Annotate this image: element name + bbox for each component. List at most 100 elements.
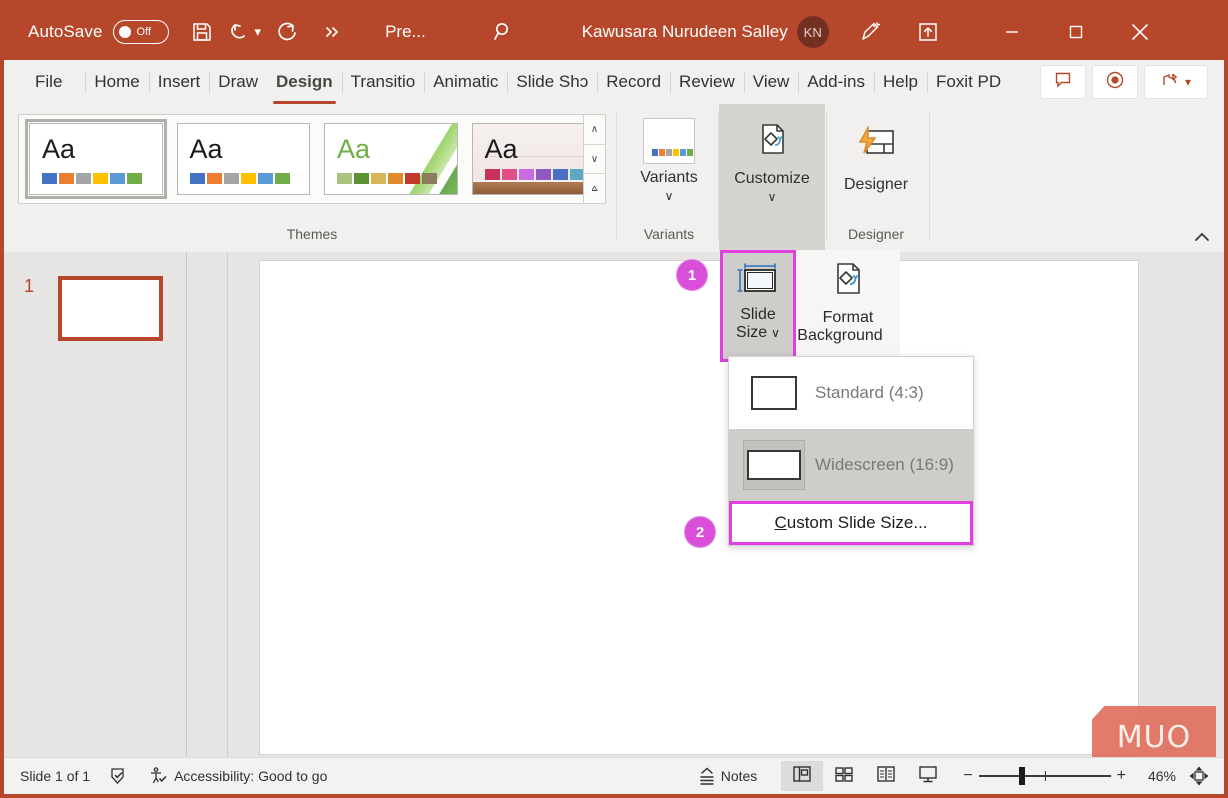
- theme-swatches: [484, 169, 585, 180]
- tab-record[interactable]: Record: [597, 65, 670, 99]
- designer-button[interactable]: Designer: [836, 112, 916, 194]
- tab-review[interactable]: Review: [670, 65, 744, 99]
- slide-canvas-area: [187, 252, 1224, 766]
- spellcheck-icon[interactable]: [108, 766, 128, 786]
- tab-home[interactable]: Home: [85, 65, 148, 99]
- notes-icon[interactable]: [697, 766, 717, 786]
- slide-thumbnail-pane[interactable]: 1: [4, 252, 187, 766]
- muo-watermark-text: MUO: [1116, 719, 1192, 755]
- custom-slide-size-label: ustom Slide Size...: [786, 513, 928, 532]
- slide-canvas[interactable]: [259, 260, 1139, 755]
- callout-badge-1: 1: [676, 259, 708, 291]
- theme-swatches: [42, 173, 142, 184]
- format-background-icon: [827, 258, 869, 305]
- format-background-button[interactable]: Format Background: [796, 250, 900, 362]
- present-in-teams-icon[interactable]: [909, 13, 947, 51]
- tab-insert[interactable]: Insert: [148, 65, 210, 99]
- slide-count-label[interactable]: Slide 1 of 1: [20, 768, 90, 784]
- variants-chevron-down-icon[interactable]: ∨: [665, 189, 674, 203]
- share-button[interactable]: ▾: [1144, 65, 1208, 99]
- title-bar: AutoSave Off ▾ Pre... Kawusara Nurudeen …: [4, 4, 1224, 60]
- designer-group-label: Designer: [847, 226, 905, 242]
- customize-icon: [751, 118, 793, 165]
- slide-thumbnail-number: 1: [24, 276, 35, 296]
- minimize-button[interactable]: [989, 9, 1035, 55]
- user-name-label: Kawusara Nurudeen Salley: [581, 22, 788, 41]
- reading-view-button[interactable]: [865, 761, 907, 791]
- fit-to-window-icon[interactable]: [1188, 765, 1210, 787]
- themes-gallery-scrollbar[interactable]: ∧ ∨ ⩟: [583, 115, 605, 204]
- ribbon-divider: [616, 112, 617, 240]
- comments-button[interactable]: [1040, 65, 1086, 99]
- status-bar-right: Notes − + 46%: [697, 761, 1224, 791]
- tab-design[interactable]: Design: [267, 65, 342, 104]
- ribbon-tab-strip: File Home Insert Draw Design Transitio A…: [4, 60, 1224, 104]
- slide-size-chevron-down-icon[interactable]: ∨: [771, 326, 780, 341]
- gallery-scroll-up-button[interactable]: ∧: [584, 115, 605, 145]
- slide-size-label-line1: Slide: [740, 306, 776, 323]
- comment-icon: [1054, 71, 1072, 94]
- zoom-slider[interactable]: [978, 767, 1111, 785]
- zoom-out-button[interactable]: −: [963, 767, 972, 785]
- tab-transitions[interactable]: Transitio: [341, 65, 425, 99]
- menu-item-widescreen-16-9[interactable]: Widescreen (16:9): [729, 429, 973, 501]
- theme-aa-label: Aa: [337, 134, 371, 164]
- workspace: 1: [4, 252, 1224, 766]
- accessibility-status-label[interactable]: Accessibility: Good to go: [174, 768, 327, 784]
- close-button[interactable]: [1117, 9, 1163, 55]
- document-title[interactable]: Pre...: [385, 22, 426, 42]
- slide-size-button[interactable]: Slide Size ∨: [720, 250, 796, 362]
- normal-view-button[interactable]: [781, 761, 824, 791]
- theme-thumbnail[interactable]: Aa: [324, 123, 458, 195]
- save-icon[interactable]: [183, 13, 221, 51]
- zoom-level-label[interactable]: 46%: [1138, 768, 1176, 784]
- zoom-in-button[interactable]: +: [1117, 767, 1126, 785]
- redo-icon[interactable]: [269, 13, 307, 51]
- tab-animations[interactable]: Animatic: [424, 65, 507, 99]
- slide-sorter-icon: [833, 764, 855, 789]
- tab-foxit-pdf[interactable]: Foxit PD: [926, 65, 1010, 99]
- accessibility-icon[interactable]: [148, 766, 168, 786]
- search-icon[interactable]: [484, 13, 522, 51]
- tab-slide-show[interactable]: Slide Shɔ: [507, 65, 597, 99]
- tab-draw[interactable]: Draw: [209, 65, 267, 99]
- slide-size-dropdown-menu[interactable]: Standard (4:3) Widescreen (16:9) Custom …: [728, 356, 974, 546]
- slide-thumbnail-1[interactable]: [58, 276, 163, 341]
- tab-file[interactable]: File: [26, 65, 71, 99]
- customize-chevron-down-icon[interactable]: ∨: [768, 190, 777, 204]
- tab-add-ins[interactable]: Add-ins: [798, 65, 874, 99]
- customize-group[interactable]: Customize ∨: [719, 104, 825, 251]
- tab-view[interactable]: View: [743, 65, 799, 99]
- more-commands-icon[interactable]: [313, 13, 351, 51]
- record-button[interactable]: [1092, 65, 1138, 99]
- customize-button[interactable]: Customize ∨: [719, 104, 825, 204]
- theme-thumbnail[interactable]: Aa: [25, 119, 167, 199]
- notes-label[interactable]: Notes: [721, 768, 758, 784]
- slide-size-label-line2-row: Size ∨: [736, 324, 780, 342]
- undo-dropdown-chevron-down-icon[interactable]: ▾: [255, 24, 262, 40]
- menu-item-standard-4-3[interactable]: Standard (4:3): [729, 357, 973, 429]
- ink-pen-icon[interactable]: [851, 13, 889, 51]
- menu-item-custom-slide-size[interactable]: Custom Slide Size...: [729, 501, 973, 545]
- undo-icon[interactable]: [221, 13, 259, 51]
- autosave-toggle[interactable]: Off: [112, 20, 169, 44]
- normal-view-icon: [791, 764, 813, 789]
- gallery-scroll-down-button[interactable]: ∨: [584, 144, 605, 175]
- share-chevron-down-icon[interactable]: ▾: [1185, 75, 1191, 89]
- ribbon-divider: [826, 112, 827, 240]
- autosave-label: AutoSave: [28, 22, 103, 41]
- slide-sorter-button[interactable]: [823, 761, 865, 791]
- tab-help[interactable]: Help: [873, 65, 927, 99]
- format-background-label-line1: Format: [822, 309, 874, 326]
- zoom-slider-handle[interactable]: [1018, 767, 1025, 785]
- slideshow-button[interactable]: [907, 761, 949, 791]
- collapse-ribbon-icon[interactable]: [1192, 230, 1212, 248]
- themes-gallery[interactable]: Aa Aa Aa Aa ∧ ∨ ⩟: [18, 114, 606, 204]
- theme-thumbnail[interactable]: Aa: [176, 123, 310, 195]
- variants-button[interactable]: Variants ∨: [629, 112, 709, 203]
- slide-size-label-line2: Size: [736, 324, 768, 342]
- gallery-more-button[interactable]: ⩟: [584, 174, 605, 204]
- avatar[interactable]: KN: [796, 16, 829, 48]
- maximize-button[interactable]: [1053, 9, 1099, 55]
- zoom-control[interactable]: − +: [963, 767, 1126, 785]
